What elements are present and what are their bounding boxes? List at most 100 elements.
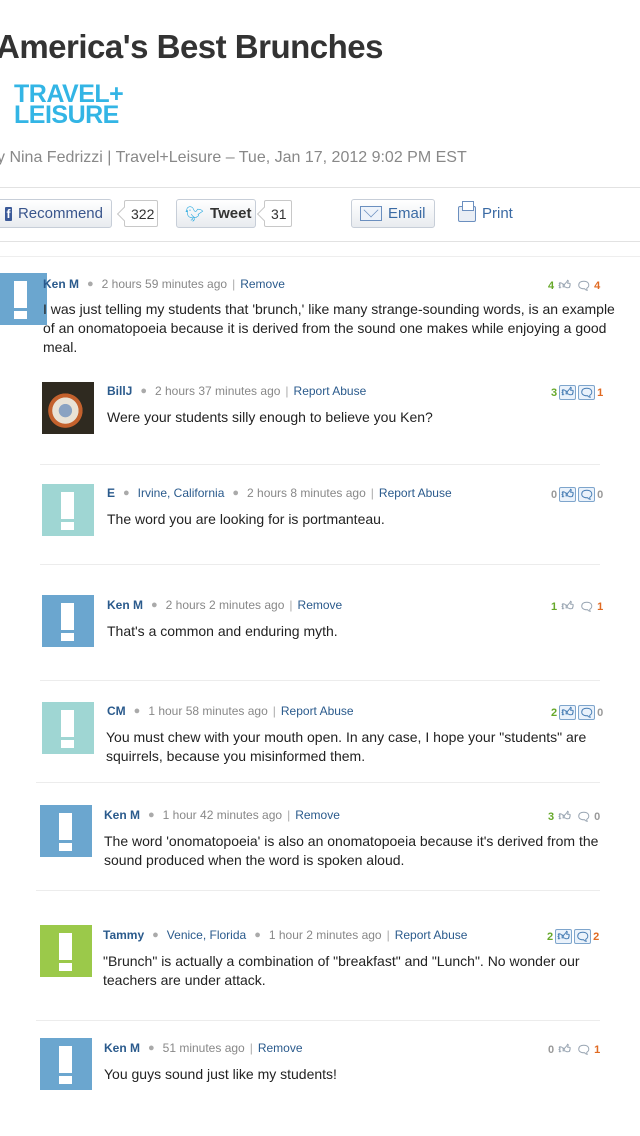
upvote-count: 0 — [551, 488, 558, 501]
pipe-separator: | — [272, 704, 276, 718]
comment-meta: Ken M ● 2 hours 2 minutes ago | Remove — [107, 598, 342, 612]
pipe-separator: | — [249, 1041, 253, 1055]
comment-timestamp: 2 hours 2 minutes ago — [165, 598, 285, 612]
remove-link[interactable]: Remove — [295, 808, 340, 822]
remove-link[interactable]: Remove — [258, 1041, 303, 1055]
print-label: Print — [482, 205, 513, 222]
vote-controls: 0 👍︎ 🗨︎ 0 — [551, 487, 603, 502]
reply-bubble-icon[interactable]: 🗨︎ — [575, 1042, 592, 1057]
thumbs-up-icon[interactable]: 👍︎ — [559, 487, 577, 502]
comment-timestamp: 51 minutes ago — [162, 1041, 245, 1055]
report-abuse-link[interactable]: Report Abuse — [281, 704, 354, 718]
comment-timestamp: 2 hours 59 minutes ago — [101, 277, 228, 291]
remove-link[interactable]: Remove — [240, 277, 285, 291]
tweet-count: 31 — [264, 200, 292, 227]
pipe-separator: | — [370, 486, 374, 500]
comment-author[interactable]: Ken M — [104, 1041, 140, 1055]
vote-controls: 3 👍︎ 🗨︎ 1 — [551, 385, 603, 400]
vote-controls: 1 👍︎ 🗨︎ 1 — [551, 599, 603, 614]
default-avatar-icon[interactable] — [42, 702, 94, 754]
comment-divider — [36, 782, 600, 783]
upvote-count: 0 — [548, 1043, 555, 1056]
thumbs-up-icon[interactable]: 👍︎ — [559, 385, 577, 400]
remove-link[interactable]: Remove — [298, 598, 343, 612]
reply-bubble-icon[interactable]: 🗨︎ — [578, 705, 596, 720]
default-avatar-icon[interactable] — [42, 595, 94, 647]
comment-divider — [36, 890, 600, 891]
reply-count: 0 — [597, 488, 604, 501]
bullet-separator: ● — [254, 929, 261, 941]
comment-author[interactable]: Tammy — [103, 928, 144, 942]
comment-location[interactable]: Venice, Florida — [167, 928, 246, 942]
reply-count: 0 — [597, 706, 604, 719]
tweet-button[interactable]: 🐦︎ Tweet — [176, 199, 256, 228]
reply-bubble-icon[interactable]: 🗨︎ — [574, 929, 592, 944]
report-abuse-link[interactable]: Report Abuse — [395, 928, 468, 942]
reply-count: 1 — [597, 386, 604, 399]
pipe-separator: | — [285, 384, 289, 398]
thumbs-up-icon[interactable]: 👍︎ — [559, 705, 577, 720]
email-button[interactable]: Email — [351, 199, 435, 228]
upvote-count: 2 — [547, 930, 554, 943]
comment-text: That's a common and enduring myth. — [107, 623, 338, 639]
bullet-separator: ● — [151, 599, 158, 611]
byline: y Nina Fedrizzi | Travel+Leisure – Tue, … — [0, 149, 467, 166]
comment-author[interactable]: Ken M — [104, 808, 140, 822]
thumbs-up-icon[interactable]: 👍︎ — [555, 929, 573, 944]
reply-bubble-icon[interactable]: 🗨︎ — [578, 487, 596, 502]
bullet-separator: ● — [152, 929, 159, 941]
comment-author[interactable]: Ken M — [107, 598, 143, 612]
recommend-label: Recommend — [17, 205, 103, 222]
comment-author[interactable]: CM — [107, 704, 126, 718]
reply-bubble-icon[interactable]: 🗨︎ — [578, 385, 596, 400]
thumbs-up-icon[interactable]: 👍︎ — [556, 809, 573, 824]
vote-controls: 4 👍︎ 🗨︎ 4 — [548, 278, 600, 293]
print-button[interactable]: Print — [458, 199, 513, 228]
report-abuse-link[interactable]: Report Abuse — [379, 486, 452, 500]
comment-timestamp: 1 hour 42 minutes ago — [162, 808, 283, 822]
comment-timestamp: 1 hour 58 minutes ago — [148, 704, 268, 718]
comment-text: The word 'onomatopoeia' is also an onoma… — [104, 833, 599, 868]
comment-author[interactable]: BillJ — [107, 384, 132, 398]
pipe-separator: | — [287, 808, 291, 822]
report-abuse-link[interactable]: Report Abuse — [294, 384, 367, 398]
vote-controls: 0 👍︎ 🗨︎ 1 — [548, 1042, 600, 1057]
bullet-separator: ● — [123, 487, 130, 499]
user-avatar-photo[interactable] — [42, 382, 94, 434]
comment-location[interactable]: Irvine, California — [138, 486, 225, 500]
recommend-count: 322 — [124, 200, 158, 227]
printer-icon — [458, 200, 476, 222]
comment-author[interactable]: E — [107, 486, 115, 500]
upvote-count: 2 — [551, 706, 558, 719]
pipe-separator: | — [386, 928, 390, 942]
recommend-button[interactable]: f Recommend — [0, 199, 112, 228]
bullet-separator: ● — [133, 705, 141, 717]
reply-bubble-icon[interactable]: 🗨︎ — [575, 809, 592, 824]
default-avatar-icon[interactable] — [40, 1038, 92, 1090]
divider — [0, 241, 640, 242]
comment-author[interactable]: Ken M — [43, 277, 79, 291]
tweet-label: Tweet — [210, 205, 252, 222]
thumbs-up-icon[interactable]: 👍︎ — [556, 1042, 573, 1057]
reply-count: 2 — [593, 930, 600, 943]
reply-bubble-icon[interactable]: 🗨︎ — [578, 599, 595, 614]
default-avatar-icon[interactable] — [0, 273, 47, 325]
thumbs-up-icon[interactable]: 👍︎ — [559, 599, 576, 614]
default-avatar-icon[interactable] — [40, 805, 92, 857]
comment-text: I was just telling my students that 'bru… — [43, 301, 615, 355]
comment-meta: CM ● 1 hour 58 minutes ago | Report Abuse — [107, 704, 354, 718]
thumbs-up-icon[interactable]: 👍︎ — [556, 278, 573, 293]
upvote-count: 1 — [551, 600, 558, 613]
upvote-count: 3 — [548, 810, 555, 823]
comment-meta: Tammy ● Venice, Florida ● 1 hour 2 minutes a… — [103, 928, 467, 942]
reply-bubble-icon[interactable]: 🗨︎ — [575, 278, 592, 293]
comment-meta: Ken M ● 51 minutes ago | Remove — [104, 1041, 303, 1055]
comment-timestamp: 2 hours 37 minutes ago — [155, 384, 281, 398]
default-avatar-icon[interactable] — [42, 484, 94, 536]
upvote-count: 3 — [551, 386, 558, 399]
bullet-separator: ● — [148, 1042, 155, 1054]
default-avatar-icon[interactable] — [40, 925, 92, 977]
travel-leisure-logo[interactable]: TRAVEL+ LEISURE — [14, 82, 124, 128]
upvote-count: 4 — [548, 279, 555, 292]
comment-divider — [36, 1020, 600, 1021]
